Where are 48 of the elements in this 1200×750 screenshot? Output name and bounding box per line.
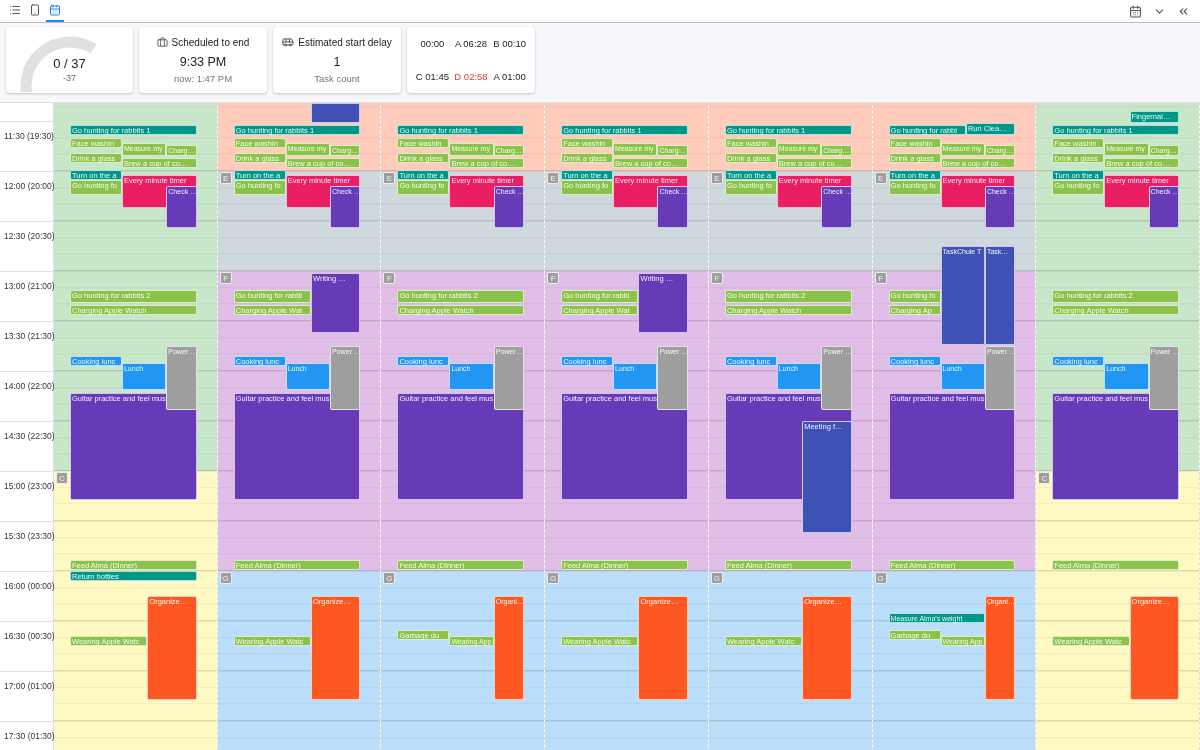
task-count-caption: Task count <box>314 73 360 84</box>
time-label: 13:00 (21:00) <box>4 281 55 291</box>
counter-value: C 01:45 <box>414 71 450 82</box>
band-marker: C <box>1038 472 1051 485</box>
counter-value: 00:00 <box>419 38 446 49</box>
counter-value: B 00:10 <box>492 38 528 49</box>
band-marker: G <box>710 572 723 585</box>
band-marker: G <box>547 572 560 585</box>
time-label: 13:30 (21:30) <box>4 331 55 341</box>
band-marker: E <box>219 172 232 185</box>
band-marker: G <box>383 572 396 585</box>
calendar-icon <box>1128 4 1142 18</box>
counter-value: A 01:00 <box>492 71 527 82</box>
band-marker: F <box>874 272 887 285</box>
band-marker: E <box>874 172 887 185</box>
band-marker: F <box>219 272 232 285</box>
time-label: 17:00 (01:00) <box>4 681 55 691</box>
card-title: Estimated start delay <box>298 36 392 48</box>
time-label: 15:30 (23:30) <box>4 531 55 541</box>
time-label: 15:00 (23:00) <box>4 481 55 491</box>
progress-delta: -37 <box>63 73 76 83</box>
time-label: 12:00 (20:00) <box>4 181 55 191</box>
calendar-icon <box>49 4 61 16</box>
card-title: Scheduled to end <box>171 36 250 48</box>
counter-value: D 02:58 <box>453 71 489 82</box>
band-marker: F <box>710 272 723 285</box>
band-marker: G <box>219 572 232 585</box>
time-label: 11:30 (19:30) <box>4 131 54 141</box>
phone-icon <box>29 4 41 16</box>
current-time: now: 1:47 PM <box>173 72 233 84</box>
band-marker: E <box>710 172 723 185</box>
progress-value: 0 / 37 <box>53 56 86 71</box>
task-count-value: 1 <box>333 55 341 69</box>
time-label: 16:30 (00:30) <box>4 631 55 641</box>
band-marker: E <box>547 172 560 185</box>
time-label: 14:00 (22:00) <box>4 381 55 391</box>
briefcase-icon <box>156 36 168 48</box>
time-label: 14:30 (22:30) <box>4 431 55 441</box>
event-block[interactable] <box>311 103 361 123</box>
list-icon <box>9 4 21 16</box>
time-label: 12:30 (20:30) <box>4 231 55 241</box>
end-time: 9:33 PM <box>179 54 227 69</box>
band-marker: G <box>874 572 887 585</box>
bus-icon <box>282 36 295 48</box>
time-label: 17:30 (01:30) <box>4 731 55 741</box>
counter-value: A 06:28 <box>453 38 489 49</box>
band-marker: F <box>383 272 396 285</box>
time-label: 16:00 (00:00) <box>4 581 55 591</box>
